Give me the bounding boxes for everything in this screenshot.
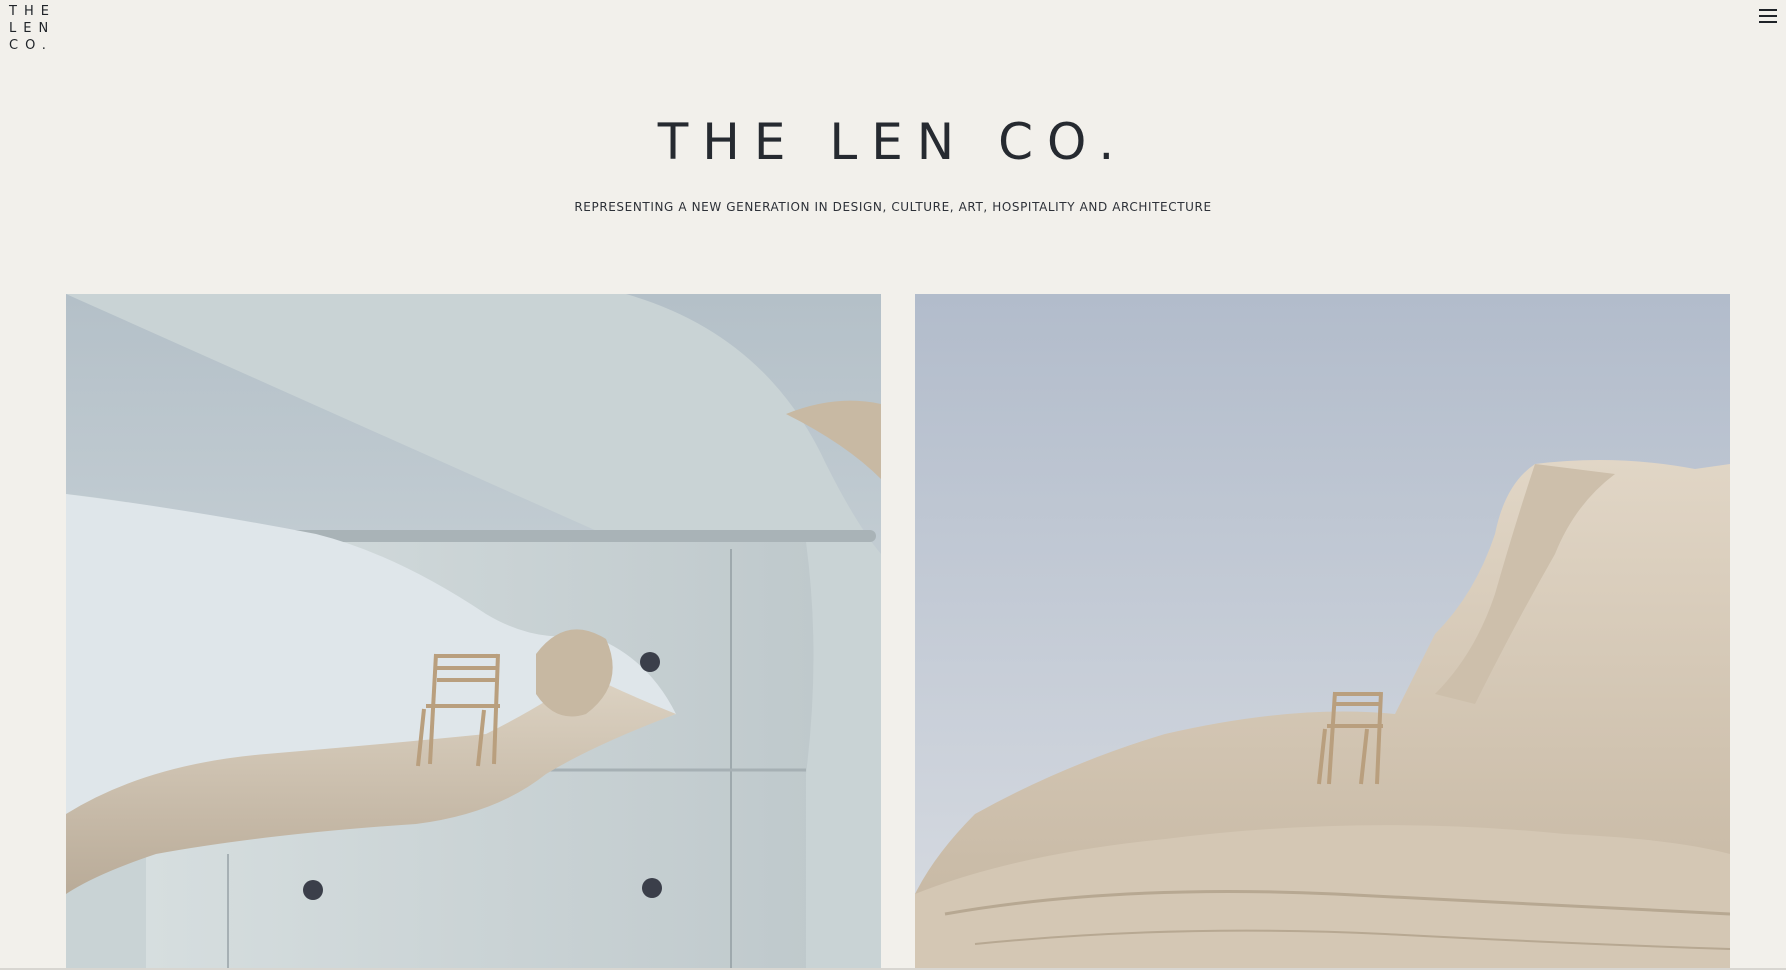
site-logo[interactable]: THE LEN CO. [9, 3, 56, 54]
page-title: THE LEN CO. [657, 113, 1129, 171]
white-cabinet-chair-on-rock-image [66, 294, 881, 970]
logo-line-2: LEN [9, 21, 56, 36]
menu-bar-bottom [1759, 21, 1777, 23]
logo-line-1: THE [9, 4, 56, 19]
chair-on-rock-cliff-image [915, 294, 1730, 970]
logo-line-3: CO. [9, 38, 53, 53]
menu-bar-middle [1759, 15, 1777, 17]
hamburger-menu-icon[interactable] [1759, 9, 1779, 25]
page-subtitle: REPRESENTING A NEW GENERATION IN DESIGN,… [574, 200, 1212, 214]
menu-bar-top [1759, 9, 1777, 11]
gallery-image-left[interactable] [66, 294, 881, 970]
gallery-image-right[interactable] [915, 294, 1730, 970]
